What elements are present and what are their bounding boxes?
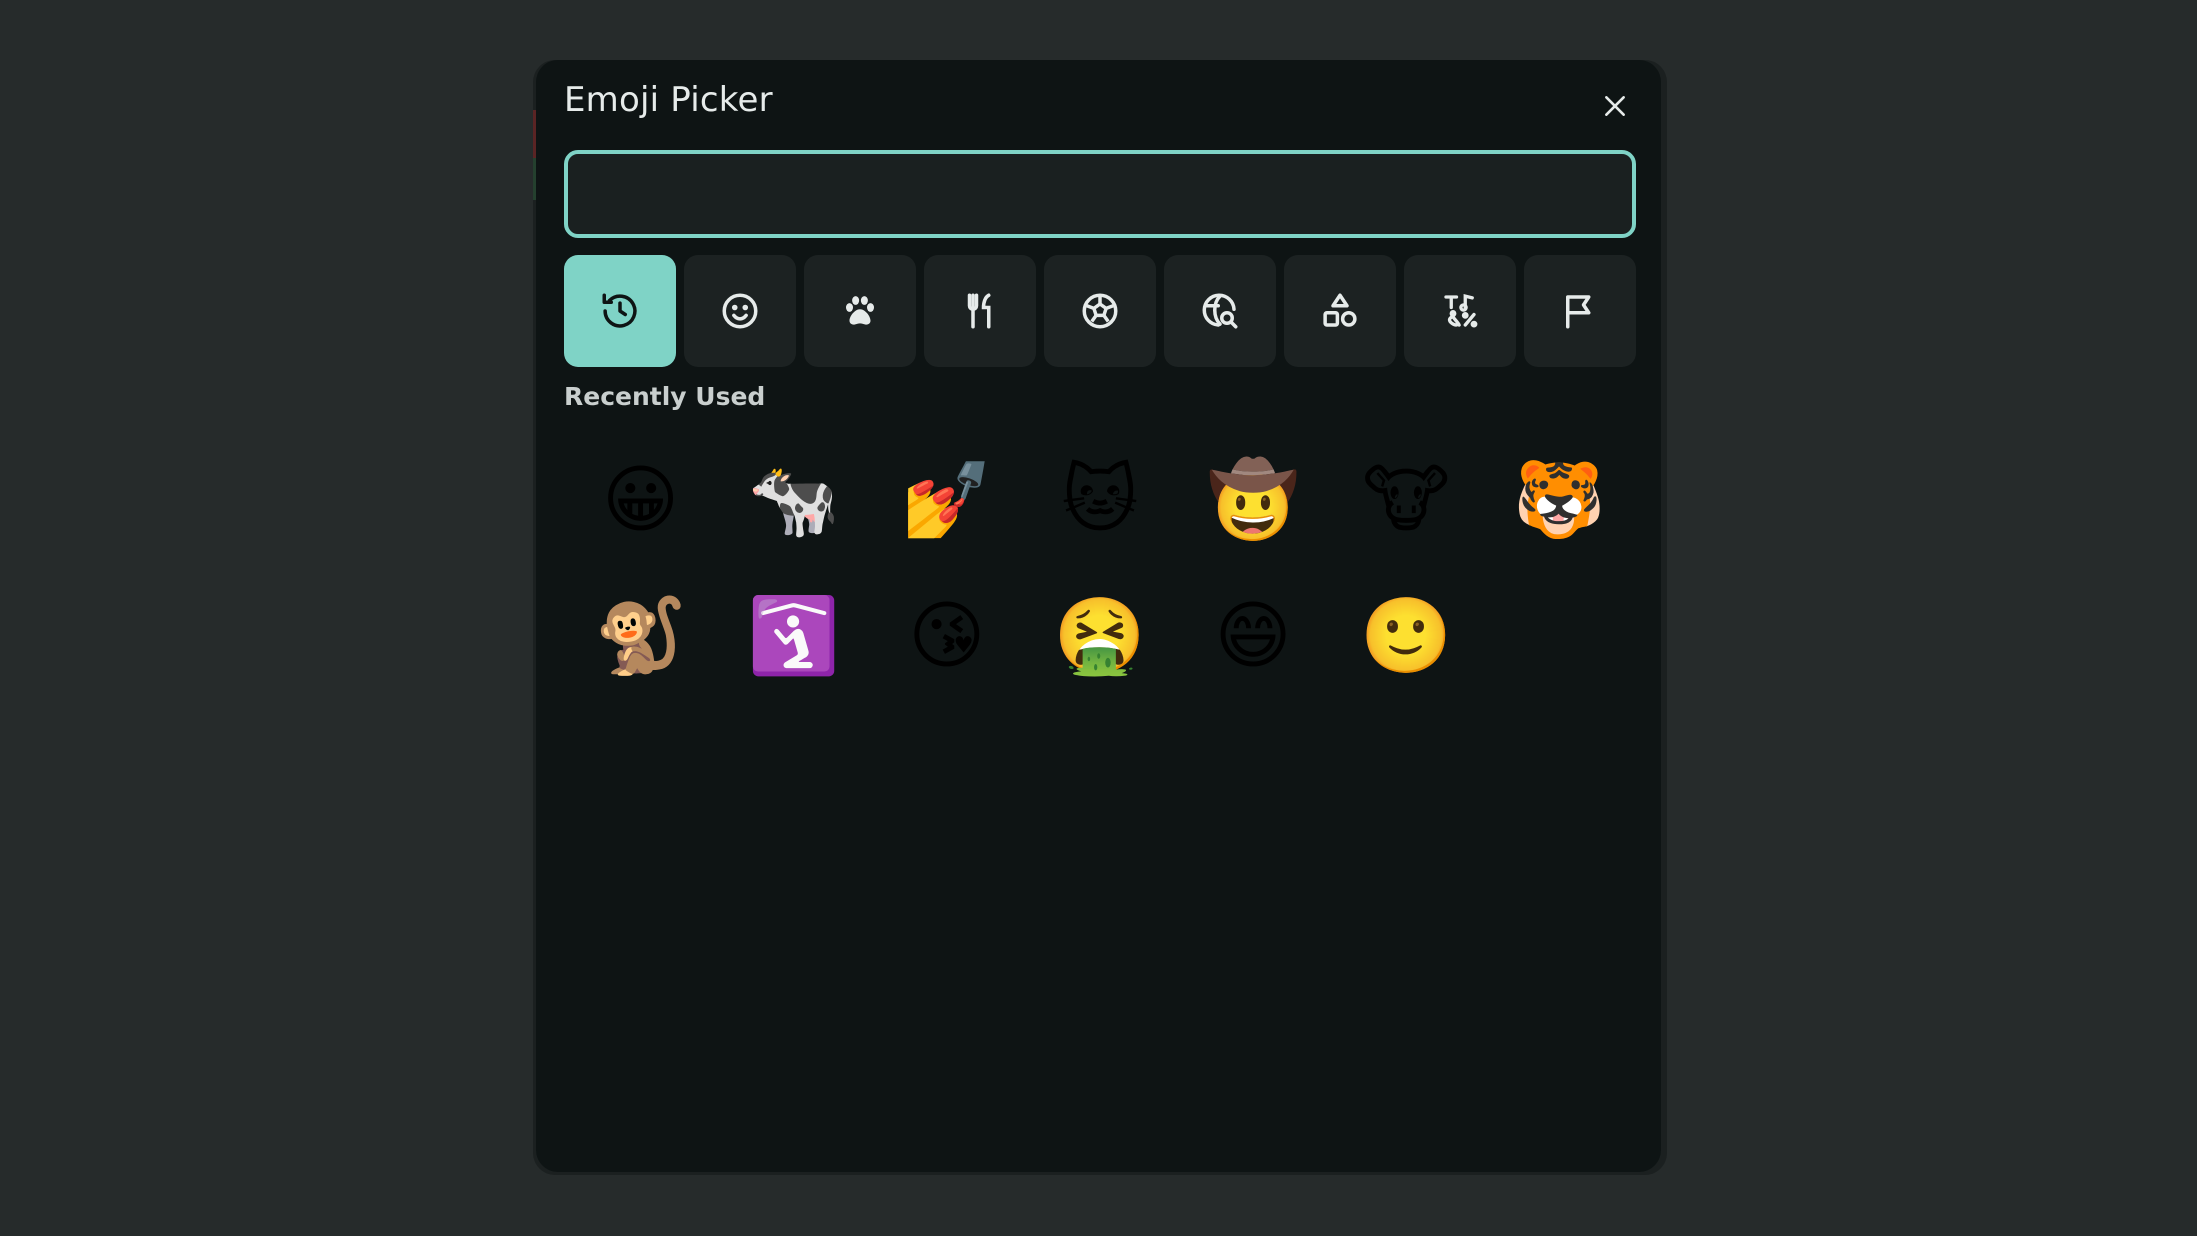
emoji-item[interactable]: 😄 <box>1177 568 1330 704</box>
emoji-item[interactable]: 🛐 <box>717 568 870 704</box>
emoji-picker-dialog: Emoji Picker Recently Used 😀 🐄 💅 🐱 🤠 🐮 🐯… <box>536 60 1661 1172</box>
emoji-grid: 😀 🐄 💅 🐱 🤠 🐮 🐯 🐒 🛐 😘 🤮 😄 🙂 <box>564 432 1636 704</box>
flag-icon <box>1566 295 1591 329</box>
emoji-item[interactable]: 🤮 <box>1023 568 1176 704</box>
emoji-item[interactable]: 🙂 <box>1330 568 1483 704</box>
symbols-icon <box>1444 293 1478 328</box>
paw-icon <box>846 296 874 325</box>
emoji-item[interactable]: 🐱 <box>1023 432 1176 568</box>
clock-history-icon <box>602 293 637 328</box>
tab-flags[interactable] <box>1524 255 1636 367</box>
emoji-item[interactable]: 🐯 <box>1483 432 1636 568</box>
smiley-icon <box>722 293 758 329</box>
close-icon <box>1605 96 1625 116</box>
tab-objects[interactable] <box>1284 255 1396 367</box>
section-title: Recently Used <box>564 382 766 411</box>
emoji-item[interactable]: 💅 <box>870 432 1023 568</box>
soccer-ball-icon <box>1082 293 1118 329</box>
dialog-title: Emoji Picker <box>564 80 773 120</box>
tab-travel[interactable] <box>1164 255 1276 367</box>
close-button[interactable] <box>1591 82 1639 130</box>
tab-smileys[interactable] <box>684 255 796 367</box>
shapes-icon <box>1323 293 1357 327</box>
fork-knife-icon <box>967 293 991 329</box>
tab-recent[interactable] <box>564 255 676 367</box>
emoji-item[interactable]: 🐄 <box>717 432 870 568</box>
tab-food[interactable] <box>924 255 1036 367</box>
tab-symbols[interactable] <box>1404 255 1516 367</box>
tab-animals[interactable] <box>804 255 916 367</box>
emoji-item[interactable]: 🤠 <box>1177 432 1330 568</box>
globe-search-icon <box>1202 293 1238 329</box>
emoji-item[interactable]: 😘 <box>870 568 1023 704</box>
emoji-item[interactable]: 🐮 <box>1330 432 1483 568</box>
category-tabs <box>564 255 1636 367</box>
search-input[interactable] <box>564 150 1636 238</box>
emoji-item[interactable]: 🐒 <box>564 568 717 704</box>
tab-activities[interactable] <box>1044 255 1156 367</box>
emoji-item[interactable]: 😀 <box>564 432 717 568</box>
